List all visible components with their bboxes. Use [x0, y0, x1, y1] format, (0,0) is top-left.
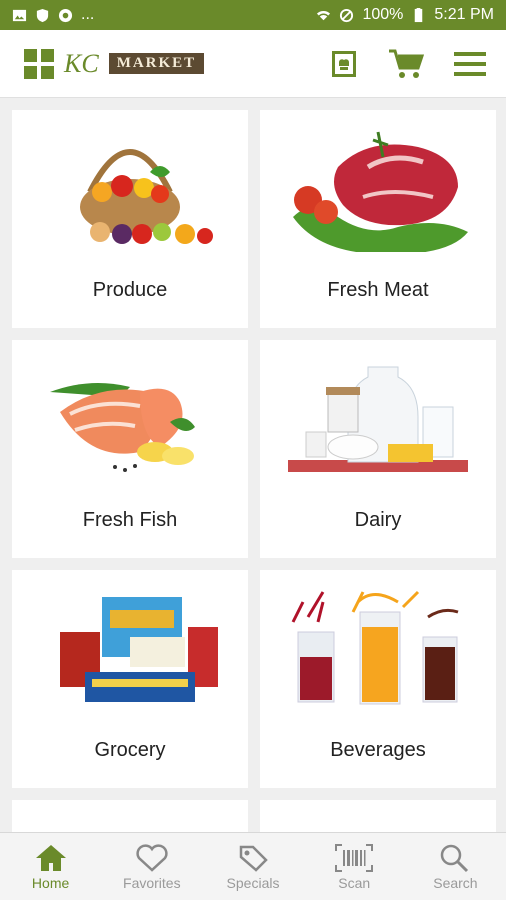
fish-image	[50, 383, 195, 472]
bottom-navigation: Home Favorites Specials Scan Search	[0, 832, 506, 900]
image-icon	[12, 9, 27, 21]
category-label: Fresh Meat	[327, 279, 429, 301]
logo-word: MARKET	[108, 53, 205, 74]
category-label: Beverages	[330, 739, 426, 761]
category-label: Dairy	[354, 509, 402, 531]
battery-percent: 100%	[362, 6, 404, 23]
logo-script: KC	[64, 48, 99, 78]
category-card-grocery[interactable]: Grocery	[12, 570, 248, 788]
home-icon	[35, 844, 66, 871]
nav-favorites[interactable]: Favorites	[101, 833, 202, 900]
nav-search[interactable]: Search	[405, 833, 506, 900]
category-card-beverages[interactable]: Beverages	[260, 570, 496, 788]
recipe-book-icon[interactable]	[330, 49, 358, 79]
nav-label: Home	[31, 874, 70, 891]
nav-label: Scan	[338, 874, 371, 891]
nav-label: Specials	[226, 874, 280, 891]
category-card-produce[interactable]: Produce	[12, 110, 248, 328]
meat-image	[293, 131, 468, 252]
category-grid: Produce Fresh Meat Fresh Fish Dairy Groc…	[12, 110, 496, 840]
beverages-image	[291, 590, 459, 705]
category-label: Produce	[92, 279, 168, 301]
category-card-fresh-meat[interactable]: Fresh Meat	[260, 110, 496, 328]
battery-icon	[415, 7, 423, 22]
nav-label: Favorites	[123, 874, 181, 891]
category-card-dairy[interactable]: Dairy	[260, 340, 496, 558]
heart-icon	[136, 843, 168, 872]
barcode-icon	[335, 843, 374, 872]
status-dots: ...	[81, 6, 95, 23]
produce-image	[80, 149, 213, 244]
category-card-fresh-fish[interactable]: Fresh Fish	[12, 340, 248, 558]
grid-icon[interactable]	[24, 48, 54, 79]
settings-icon	[58, 8, 73, 22]
logo[interactable]: KC MARKET	[24, 48, 205, 79]
tag-icon	[239, 845, 268, 872]
category-label: Grocery	[94, 739, 166, 761]
cart-icon[interactable]	[388, 48, 424, 80]
dnd-icon	[340, 8, 354, 22]
nav-specials[interactable]: Specials	[202, 833, 303, 900]
menu-icon[interactable]	[454, 51, 486, 77]
nav-label: Search	[433, 874, 478, 891]
status-bar: ... 100% 5:21 PM	[0, 0, 506, 30]
app-bar: KC MARKET	[0, 30, 506, 98]
search-icon	[441, 844, 469, 872]
wifi-icon	[317, 10, 331, 20]
category-label: Fresh Fish	[82, 509, 178, 531]
dairy-image	[288, 366, 468, 472]
grocery-image	[60, 597, 218, 702]
clock: 5:21 PM	[434, 6, 494, 23]
nav-home[interactable]: Home	[0, 833, 101, 900]
shield-icon	[36, 8, 49, 22]
nav-scan[interactable]: Scan	[304, 833, 405, 900]
